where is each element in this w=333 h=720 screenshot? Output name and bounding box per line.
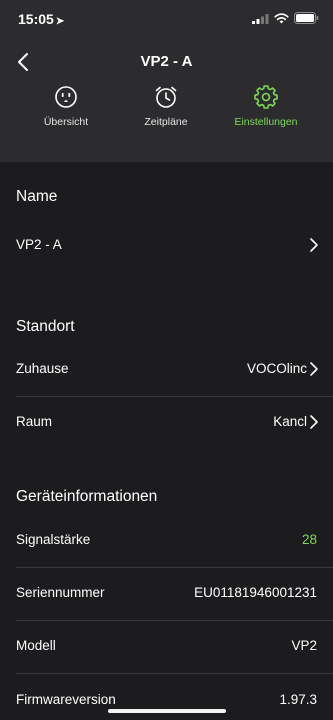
status-icons [252,12,319,24]
chevron-right-icon [310,238,318,252]
firmware-label: Firmwareversion [16,692,116,707]
home-indicator[interactable] [108,709,226,713]
section-device-info-title: Geräteinformationen [16,488,158,505]
home-label: Zuhause [16,361,69,376]
model-value: VP2 [291,638,317,653]
signal-value: 28 [301,532,317,547]
tab-overview-label: Übersicht [43,116,89,128]
room-label: Raum [16,414,53,429]
status-time-text: 15:05 [18,11,54,27]
gear-icon [254,85,278,109]
cellular-signal-icon [252,13,269,24]
chevron-right-icon [310,415,318,429]
device-name-value: VP2 - A [16,237,62,252]
tab-schedules[interactable]: Zeitpläne [116,84,216,128]
outlet-icon [55,86,77,108]
name-row[interactable]: VP2 - A [0,220,333,272]
tab-settings[interactable]: Einstellungen [216,84,316,128]
header: VP2 - A Übersicht Zeitpläne Einstellunge… [0,40,333,162]
chevron-right-icon [310,362,318,376]
firmware-value: 1.97.3 [279,692,317,707]
tab-settings-label: Einstellungen [234,116,298,128]
section-location-title: Standort [16,318,75,335]
model-row: Modell VP2 [0,621,333,673]
status-bar: 15:05 ➤ [0,0,333,40]
serial-row: Seriennummer EU01181946001231 [0,568,333,620]
status-time: 15:05 ➤ [18,11,64,27]
home-row[interactable]: Zuhause VOCOlinc [0,344,333,396]
firmware-row: Firmwareversion 1.97.3 [0,675,333,720]
signal-label: Signalstärke [16,532,91,547]
location-arrow-icon: ➤ [55,16,65,27]
wifi-icon [274,12,289,23]
tab-schedules-label: Zeitpläne [144,116,188,128]
serial-value: EU01181946001231 [194,585,317,600]
serial-label: Seriennummer [16,585,105,600]
section-name-title: Name [16,188,58,205]
page-title: VP2 - A [140,53,193,70]
signal-row: Signalstärke 28 [0,515,333,567]
alarm-clock-icon [155,86,177,108]
home-value: VOCOlinc [246,361,307,376]
room-value: Kancl [273,414,307,429]
model-label: Modell [16,638,56,653]
tab-overview[interactable]: Übersicht [16,84,116,128]
battery-icon [294,12,319,24]
room-row[interactable]: Raum Kancl [0,397,333,449]
divider [16,673,333,674]
